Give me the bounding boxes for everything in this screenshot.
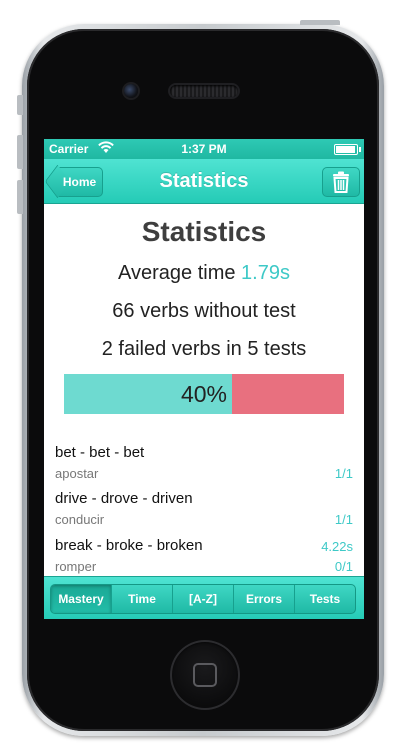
progress-percent-label: 40% [180,381,228,407]
home-button-square-icon [193,663,217,687]
failed-verbs-line: 2 failed verbs in 5 tests [101,338,307,360]
verbs-without-test-line: 66 verbs without test [112,300,296,322]
trash-icon [333,171,349,193]
statistics-content: Statistics Average time 1.79s 66 verbs w… [44,204,364,576]
power-button [300,20,340,25]
sort-tab-a-z[interactable]: [A-Z] [172,585,233,613]
navigation-bar: Home Statistics [44,159,364,204]
average-time-value: 1.79s [241,262,290,284]
verb-translation: apostar [55,466,99,481]
statistics-heading: Statistics [141,216,267,247]
success-progress-bar: 40% [64,374,344,414]
average-time-line: Average time 1.79s [44,262,364,285]
sort-segmented-control: Mastery Time [A-Z] Errors Tests [50,584,356,614]
volume-down-button [17,180,23,214]
mute-switch [17,95,23,115]
verb-time: 4.22s [321,539,353,554]
sort-tab-tests[interactable]: Tests [294,585,355,613]
sort-toolbar: Mastery Time [A-Z] Errors Tests [44,576,364,619]
verb-forms: break - broke - broken [55,537,203,554]
battery-icon [334,144,361,155]
verb-score: 1/1 [334,466,353,481]
average-time-label: Average time [118,262,242,284]
app-screen: Carrier 1:37 PM Home Statistics Statisti… [44,139,364,619]
status-bar: Carrier 1:37 PM [44,139,364,159]
sort-tab-time[interactable]: Time [111,585,172,613]
verb-score: 0/1 [334,559,353,574]
volume-up-button [17,135,23,169]
verb-list-item[interactable]: bet - bet - bet apostar 1/1 [55,444,353,490]
sort-tab-errors[interactable]: Errors [233,585,294,613]
front-camera [124,84,138,98]
verb-forms: drive - drove - driven [55,490,193,507]
verb-translation: conducir [55,512,105,527]
status-time: 1:37 PM [181,142,227,156]
sort-tab-mastery[interactable]: Mastery [51,585,111,613]
earpiece-speaker [170,85,238,97]
delete-button[interactable] [322,167,360,197]
verb-list-item[interactable]: drive - drove - driven conducir 1/1 [55,490,353,536]
verb-forms: bet - bet - bet [55,444,145,461]
back-button-label: Home [62,175,97,189]
verb-translation: romper [55,559,97,574]
verb-score: 1/1 [334,512,353,527]
